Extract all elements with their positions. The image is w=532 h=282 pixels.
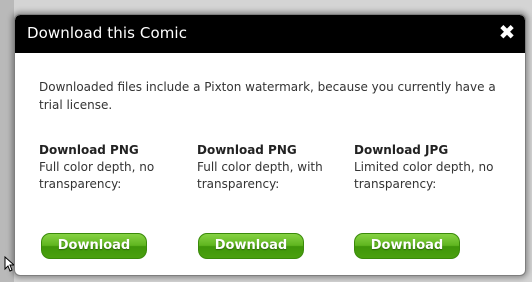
download-png-button[interactable]: Download: [41, 233, 147, 259]
option-description: Full color depth, with transparency:: [197, 160, 323, 191]
download-dialog: Download this Comic ✖ Downloaded files i…: [14, 14, 526, 276]
mouse-cursor-icon: [4, 256, 14, 272]
option-title: Download PNG: [197, 143, 297, 157]
download-option-png-no-transparency: Download PNG Full color depth, no transp…: [39, 141, 189, 193]
backdrop-strip: [0, 0, 14, 282]
download-png-transparent-button[interactable]: Download: [198, 233, 304, 259]
option-title: Download PNG: [39, 143, 139, 157]
close-icon[interactable]: ✖: [497, 20, 517, 44]
download-option-png-transparency: Download PNG Full color depth, with tran…: [197, 141, 347, 193]
option-title: Download JPG: [354, 143, 449, 157]
download-option-jpg: Download JPG Limited color depth, no tra…: [354, 141, 504, 193]
dialog-title: Download this Comic: [27, 24, 188, 42]
download-jpg-button[interactable]: Download: [354, 233, 460, 259]
option-description: Limited color depth, no transparency:: [354, 160, 494, 191]
option-description: Full color depth, no transparency:: [39, 160, 155, 191]
dialog-titlebar: Download this Comic ✖: [15, 15, 525, 53]
watermark-message: Downloaded files include a Pixton waterm…: [39, 80, 496, 112]
